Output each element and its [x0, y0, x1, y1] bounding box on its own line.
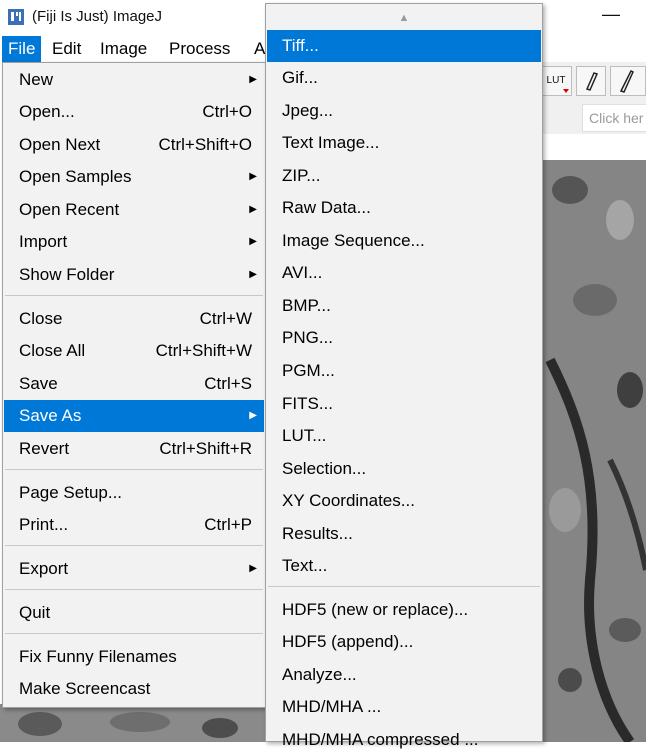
menu-item-png[interactable]: PNG...: [267, 322, 541, 354]
submenu-arrow-icon: ▶: [249, 236, 257, 247]
menu-item-xy-coordinates[interactable]: XY Coordinates...: [267, 485, 541, 517]
pencil-icon: [585, 72, 599, 91]
menu-item-close-all[interactable]: Close All Ctrl+Shift+W: [4, 335, 264, 367]
menu-item-lut[interactable]: LUT...: [267, 420, 541, 452]
menu-item-quit[interactable]: Quit: [4, 597, 264, 629]
save-as-submenu: ▲ Tiff... Gif... Jpeg... Text Image... Z…: [265, 3, 543, 749]
menu-item-mhd-mha[interactable]: MHD/MHA ...: [267, 691, 541, 723]
menu-item-new[interactable]: New ▶: [4, 64, 264, 96]
pencil-tool-button[interactable]: [576, 66, 606, 96]
brush-icon: [619, 69, 634, 93]
micrograph-image: [540, 160, 646, 742]
fiji-icon: [8, 9, 24, 25]
menu-process[interactable]: Process: [163, 36, 236, 62]
menu-item-text-image[interactable]: Text Image...: [267, 127, 541, 159]
submenu-arrow-icon: ▶: [249, 171, 257, 182]
menu-item-tiff[interactable]: Tiff...: [267, 30, 541, 62]
submenu-arrow-icon: ▶: [249, 410, 257, 421]
brush-tool-button[interactable]: [610, 66, 646, 96]
menu-item-jpeg[interactable]: Jpeg...: [267, 95, 541, 127]
toolbar: LUT Click her: [540, 62, 646, 134]
menu-item-open[interactable]: Open... Ctrl+O: [4, 96, 264, 128]
menu-item-hdf5-append[interactable]: HDF5 (append)...: [267, 626, 541, 658]
dropdown-arrow-icon: [563, 89, 569, 93]
menu-item-pgm[interactable]: PGM...: [267, 355, 541, 387]
menu-separator: [5, 545, 263, 546]
file-menu: New ▶ Open... Ctrl+O Open Next Ctrl+Shift+O…: [2, 62, 266, 708]
submenu-arrow-icon: ▶: [249, 74, 257, 85]
menu-item-revert[interactable]: Revert Ctrl+Shift+R: [4, 433, 264, 465]
menu-item-save[interactable]: Save Ctrl+S: [4, 368, 264, 400]
window-title: (Fiji Is Just) ImageJ: [32, 8, 163, 25]
menu-item-print[interactable]: Print... Ctrl+P: [4, 509, 264, 541]
menu-separator: [5, 295, 263, 296]
submenu-arrow-icon: ▶: [249, 204, 257, 215]
menu-item-bmp[interactable]: BMP...: [267, 290, 541, 322]
image-canvas[interactable]: [540, 160, 646, 742]
menu-item-close[interactable]: Close Ctrl+W: [4, 303, 264, 335]
menu-item-show-folder[interactable]: Show Folder ▶: [4, 259, 264, 291]
menu-item-zip[interactable]: ZIP...: [267, 160, 541, 192]
micrograph-image-lower: [0, 704, 270, 742]
menu-item-open-samples[interactable]: Open Samples ▶: [4, 161, 264, 193]
lut-button[interactable]: LUT: [540, 66, 572, 96]
menu-separator: [5, 633, 263, 634]
menu-separator: [5, 469, 263, 470]
menu-item-avi[interactable]: AVI...: [267, 257, 541, 289]
menu-item-open-next[interactable]: Open Next Ctrl+Shift+O: [4, 129, 264, 161]
submenu-arrow-icon: ▶: [249, 563, 257, 574]
menu-item-mhd-mha-compressed[interactable]: MHD/MHA compressed ...: [267, 724, 541, 756]
submenu-arrow-icon: ▶: [249, 269, 257, 280]
menu-item-page-setup[interactable]: Page Setup...: [4, 477, 264, 509]
menu-item-fix-funny-filenames[interactable]: Fix Funny Filenames: [4, 641, 264, 673]
image-canvas-lower[interactable]: [0, 704, 270, 742]
menu-item-save-as[interactable]: Save As ▶: [4, 400, 264, 432]
menu-item-export[interactable]: Export ▶: [4, 553, 264, 585]
menu-item-text[interactable]: Text...: [267, 550, 541, 582]
menu-separator: [5, 589, 263, 590]
menu-item-results[interactable]: Results...: [267, 518, 541, 550]
menu-image[interactable]: Image: [94, 36, 153, 62]
menu-edit[interactable]: Edit: [46, 36, 87, 62]
menu-item-analyze[interactable]: Analyze...: [267, 659, 541, 691]
menu-item-raw-data[interactable]: Raw Data...: [267, 192, 541, 224]
search-input[interactable]: Click her: [582, 104, 646, 132]
menu-item-gif[interactable]: Gif...: [267, 62, 541, 94]
scroll-up-arrow-icon[interactable]: ▲: [266, 8, 542, 28]
menu-file[interactable]: File: [2, 36, 42, 62]
menu-item-import[interactable]: Import ▶: [4, 226, 264, 258]
menu-item-hdf5-new[interactable]: HDF5 (new or replace)...: [267, 594, 541, 626]
menu-item-fits[interactable]: FITS...: [267, 388, 541, 420]
lut-label: LUT: [546, 75, 566, 86]
menu-item-image-sequence[interactable]: Image Sequence...: [267, 225, 541, 257]
menu-item-make-screencast[interactable]: Make Screencast: [4, 673, 264, 705]
menu-item-open-recent[interactable]: Open Recent ▶: [4, 194, 264, 226]
minimize-button[interactable]: —: [602, 4, 620, 25]
menu-separator: [268, 586, 540, 587]
menu-item-selection[interactable]: Selection...: [267, 453, 541, 485]
